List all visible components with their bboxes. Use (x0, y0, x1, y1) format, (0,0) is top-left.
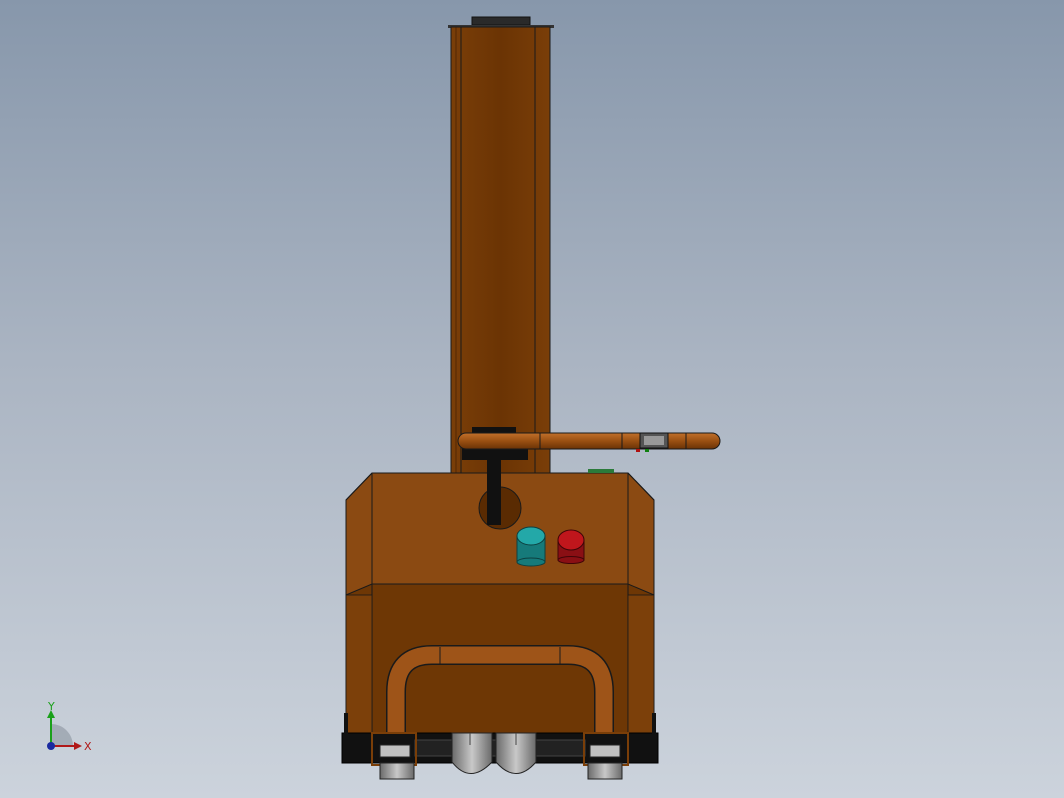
robot-model[interactable] (0, 0, 1064, 798)
mast-top-cap (471, 16, 531, 26)
start-button[interactable] (516, 526, 546, 567)
indicator-strip (588, 469, 614, 473)
left-wheel (379, 762, 415, 780)
lift-mast (448, 16, 554, 475)
left-wheel-bracket (379, 744, 411, 758)
arm-mount-bracket (462, 448, 528, 460)
vertical-rod (487, 455, 501, 525)
right-wheel (587, 762, 623, 780)
x-axis-label: X (84, 740, 92, 753)
coordinate-axes-icon: Y X (47, 700, 92, 753)
right-wheel-bracket (589, 744, 621, 758)
arm-tube (457, 432, 721, 450)
stop-button[interactable] (557, 529, 585, 564)
drive-wheel-left (451, 732, 493, 774)
y-axis-label: Y (47, 700, 55, 713)
z-axis-dot (47, 742, 55, 750)
cad-viewport[interactable]: Y X (0, 0, 1064, 798)
